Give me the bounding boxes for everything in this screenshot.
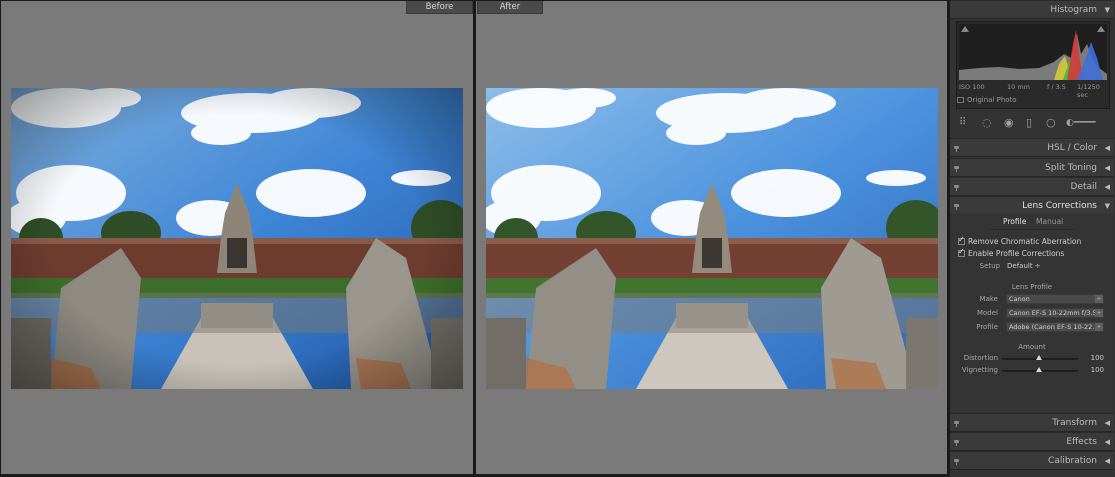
amount-title: Amount [1018,343,1046,351]
make-dropdown[interactable]: Canon ÷ [1006,294,1104,304]
effects-title: Effects [1066,437,1097,447]
checkbox-check-icon[interactable] [958,247,965,257]
model-label: Model [976,309,998,317]
histogram-header[interactable]: Histogram ▼ [950,0,1114,19]
highlight-clipping-icon[interactable] [1097,26,1105,32]
dropdown-arrow-icon: ÷ [1095,323,1103,331]
lens-profile-title: Lens Profile [1011,283,1053,291]
tool-strip: ⠿ ◌ ◉ ▯ ○ ◐━━━━ [950,113,1114,133]
tab-manual[interactable]: Manual [1036,217,1063,226]
tab-profile[interactable]: Profile [1003,217,1026,226]
before-label[interactable]: Before [406,1,473,14]
panel-switch-icon[interactable] [954,166,959,172]
collapse-triangle-icon[interactable]: ▼ [1105,202,1110,210]
effects-header[interactable]: Effects ◀ [950,432,1114,451]
after-label[interactable]: After [477,1,543,14]
setup-dropdown[interactable]: Default ÷ [1007,262,1041,270]
after-photo[interactable] [486,88,938,389]
histogram-curves [959,30,1107,80]
histogram[interactable]: ISO 100 10 mm f / 3.5 1/1250 sec Origina… [956,21,1110,109]
slider-knob-icon[interactable] [1036,367,1042,372]
shadow-clipping-icon[interactable] [961,26,969,32]
setup-label: Setup [979,262,1000,270]
expand-triangle-icon[interactable]: ◀ [1105,164,1110,172]
before-pane: Before [1,1,473,474]
panel-switch-icon[interactable] [954,459,959,465]
detail-title: Detail [1070,182,1097,192]
remove-ca-checkbox[interactable]: Remove Chromatic Aberration [958,235,1081,246]
red-eye-icon[interactable]: ◉ [1004,117,1014,129]
make-label: Make [979,295,998,303]
dropdown-arrow-icon: ÷ [1095,295,1103,303]
before-photo[interactable] [11,88,463,389]
panel-switch-icon[interactable] [954,440,959,446]
original-photo-checkbox[interactable] [957,97,964,103]
vignetting-slider[interactable] [1002,367,1078,372]
graduated-filter-icon[interactable]: ▯ [1026,117,1032,129]
vignetting-value[interactable]: 100 [1091,366,1104,374]
distortion-label: Distortion [963,354,998,362]
model-dropdown[interactable]: Canon EF-S 10-22mm f/3.5... ÷ [1006,308,1104,318]
dropdown-arrow-icon: ÷ [1095,309,1103,317]
transform-title: Transform [1052,418,1097,428]
radial-filter-icon[interactable]: ○ [1046,117,1056,129]
iso-readout: ISO 100 [959,83,985,91]
expand-triangle-icon[interactable]: ◀ [1105,438,1110,446]
aperture-readout: f / 3.5 [1047,83,1066,91]
split-toning-header[interactable]: Split Toning ◀ [950,158,1114,177]
panel-switch-icon[interactable] [954,146,959,152]
lens-corrections-body: Profile Manual Remove Chromatic Aberrati… [950,214,1114,412]
panel-switch-icon[interactable] [954,185,959,191]
temple-photo-after [486,88,938,389]
lens-corrections-title: Lens Corrections [1022,201,1097,211]
panel-switch-icon[interactable] [954,421,959,427]
shutter-readout: 1/1250 sec [1077,83,1100,99]
focal-length-readout: 10 mm [1007,83,1031,91]
collapse-triangle-icon[interactable]: ▼ [1105,6,1110,14]
enable-profile-checkbox[interactable]: Enable Profile Corrections [958,247,1064,258]
expand-triangle-icon[interactable]: ◀ [1105,183,1110,191]
profile-dropdown[interactable]: Adobe (Canon EF-S 10-22... ÷ [1006,322,1104,332]
hsl-color-header[interactable]: HSL / Color ◀ [950,138,1114,157]
tab-divider [990,229,1074,230]
lens-corrections-header[interactable]: Lens Corrections ▼ [950,196,1114,215]
transform-header[interactable]: Transform ◀ [950,413,1114,432]
checkbox-check-icon[interactable] [958,235,965,245]
expand-triangle-icon[interactable]: ◀ [1105,144,1110,152]
detail-header[interactable]: Detail ◀ [950,177,1114,196]
expand-triangle-icon[interactable]: ◀ [1105,457,1110,465]
hsl-color-title: HSL / Color [1047,143,1097,153]
histogram-title: Histogram [1050,5,1097,15]
histogram-graph [959,24,1107,80]
expand-triangle-icon[interactable]: ◀ [1105,419,1110,427]
split-toning-title: Split Toning [1045,163,1097,173]
original-photo-toggle[interactable]: Original Photo [957,96,1017,104]
vignetting-label: Vignetting [961,366,998,374]
temple-photo-before [11,88,463,389]
distortion-value[interactable]: 100 [1091,354,1104,362]
crop-overlay-icon[interactable]: ⠿ [959,117,966,129]
after-pane: After [476,1,947,474]
profile-label: Profile [976,323,998,331]
calibration-header[interactable]: Calibration ◀ [950,451,1114,470]
panel-switch-icon[interactable] [954,204,959,210]
distortion-slider[interactable] [1002,355,1078,360]
calibration-title: Calibration [1048,456,1097,466]
adjustment-brush-icon[interactable]: ◐━━━━ [1066,117,1096,129]
slider-knob-icon[interactable] [1036,355,1042,360]
compare-view: Before After [0,0,949,477]
spot-removal-icon[interactable]: ◌ [982,117,992,129]
